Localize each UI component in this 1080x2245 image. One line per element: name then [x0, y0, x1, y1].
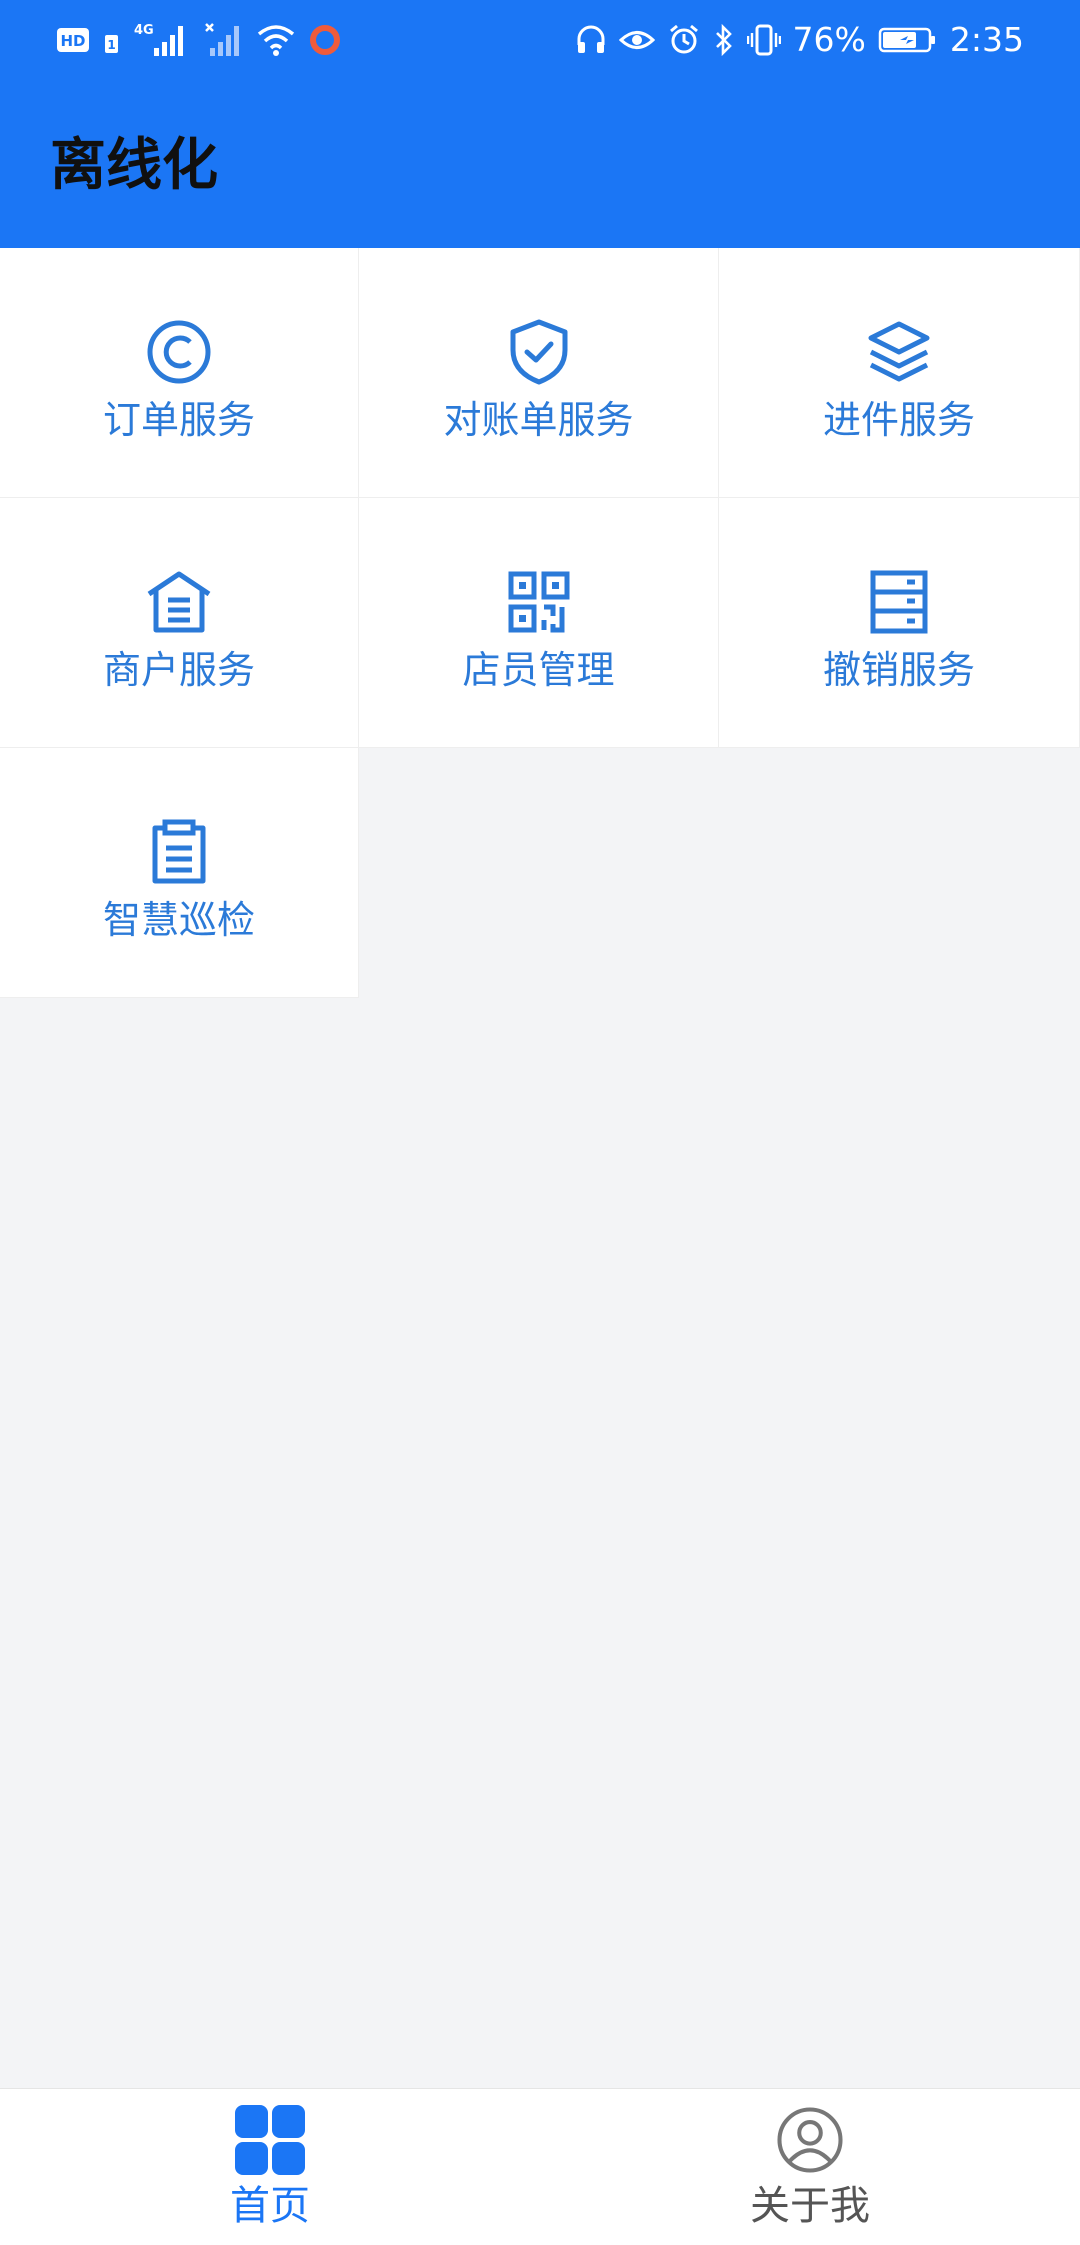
ring-app-icon [308, 23, 342, 57]
grid-item-revoke-service[interactable]: 撤销服务 [719, 498, 1080, 748]
grid-item-label: 订单服务 [102, 398, 255, 442]
grid-home-icon [235, 2105, 305, 2175]
sim1-icon: 1 [104, 25, 120, 55]
bottom-navigation: 首页 关于我 [0, 2088, 1080, 2245]
alarm-icon [667, 23, 701, 57]
clock-time: 2:35 [949, 20, 1024, 59]
signal-nosim-icon [204, 20, 244, 60]
battery-icon [878, 25, 938, 55]
network-type-label: 4G [134, 23, 154, 38]
service-grid: 订单服务 对账单服务 进件服务 商户服务 店员管理 撤销服务 智慧巡检 [0, 248, 1080, 998]
clipboard-icon [152, 819, 206, 884]
eye-icon [618, 25, 655, 55]
shield-check-icon [510, 319, 567, 385]
grid-item-label: 撤销服务 [822, 648, 975, 692]
qrcode-icon [508, 571, 569, 633]
page-title: 离线化 [50, 133, 218, 198]
user-circle-icon [777, 2107, 843, 2173]
store-house-icon [147, 571, 211, 633]
nav-tab-home[interactable]: 首页 [0, 2089, 540, 2245]
svg-text:HD: HD [60, 32, 85, 50]
headset-icon [575, 23, 607, 57]
grid-item-label: 对账单服务 [443, 398, 634, 442]
status-bar: HD 1 4G 76% 2:35 [0, 0, 1080, 80]
vibrate-icon [746, 23, 781, 57]
grid-item-label: 店员管理 [462, 648, 615, 692]
hd-icon: HD [56, 25, 92, 55]
nav-tab-label: 首页 [230, 2183, 310, 2229]
copyright-icon [147, 320, 211, 384]
bluetooth-icon [713, 23, 735, 57]
grid-item-label: 进件服务 [822, 398, 975, 442]
grid-item-label: 商户服务 [102, 648, 255, 692]
grid-item-statement-service[interactable]: 对账单服务 [359, 248, 719, 498]
grid-item-smart-inspection[interactable]: 智慧巡检 [0, 748, 359, 998]
server-icon [870, 570, 928, 634]
grid-item-onboarding-service[interactable]: 进件服务 [719, 248, 1080, 498]
signal-4g-icon: 4G [132, 20, 192, 60]
nav-tab-label: 关于我 [750, 2183, 870, 2229]
status-right-icons: 76% 2:35 [575, 18, 1024, 62]
nav-tab-about-me[interactable]: 关于我 [540, 2089, 1080, 2245]
grid-item-order-service[interactable]: 订单服务 [0, 248, 359, 498]
grid-item-label: 智慧巡检 [102, 898, 255, 942]
layers-icon [868, 321, 930, 382]
wifi-icon [256, 22, 296, 58]
grid-item-merchant-service[interactable]: 商户服务 [0, 498, 359, 748]
grid-item-staff-management[interactable]: 店员管理 [359, 498, 719, 748]
app-bar: 离线化 [0, 80, 1080, 248]
svg-text:1: 1 [107, 38, 115, 52]
battery-percent: 76% [792, 20, 866, 59]
status-left-icons: HD 1 4G [56, 18, 342, 62]
